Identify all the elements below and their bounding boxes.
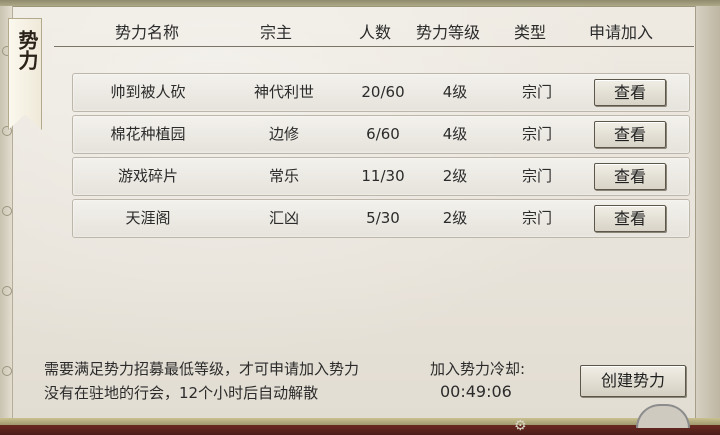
table-row: 棉花种植园 边修 6/60 4级 宗门 查看: [72, 115, 690, 154]
header-faction-name: 势力名称: [114, 23, 180, 42]
cooldown-label: 加入势力冷却:: [430, 360, 526, 378]
cell-level: 4级: [442, 83, 468, 101]
cell-name: 棉花种植园: [110, 125, 186, 143]
cell-level: 4级: [442, 125, 468, 143]
cell-name: 帅到被人砍: [110, 83, 186, 101]
header-level: 势力等级: [415, 23, 481, 42]
view-button[interactable]: 查看: [594, 79, 666, 106]
header-type: 类型: [513, 23, 547, 42]
requirement-note: 需要满足势力招募最低等级，才可申请加入势力: [44, 360, 360, 378]
cell-leader: 神代利世: [253, 83, 315, 101]
bottom-frame-strip: [0, 418, 720, 435]
cell-leader: 汇凶: [268, 209, 300, 227]
header-members: 人数: [358, 23, 392, 42]
create-faction-button[interactable]: 创建势力: [580, 365, 686, 397]
table-row: 游戏碎片 常乐 11/30 2级 宗门 查看: [72, 157, 690, 196]
cell-leader: 边修: [268, 125, 300, 143]
cell-name: 天涯阁: [125, 209, 171, 227]
view-button[interactable]: 查看: [594, 205, 666, 232]
cooldown-timer: 00:49:06: [440, 382, 512, 401]
table-row: 帅到被人砍 神代利世 20/60 4级 宗门 查看: [72, 73, 690, 112]
cell-level: 2级: [442, 209, 468, 227]
cell-type: 宗门: [521, 125, 553, 143]
panel-title: 势力: [15, 30, 39, 70]
view-button[interactable]: 查看: [594, 121, 666, 148]
cell-members: 11/30: [361, 167, 405, 185]
cell-members: 5/30: [366, 209, 400, 227]
disband-note: 没有在驻地的行会，12个小时后自动解散: [44, 384, 319, 402]
cell-type: 宗门: [521, 83, 553, 101]
cell-name: 游戏碎片: [117, 167, 179, 185]
header-apply: 申请加入: [588, 23, 654, 42]
view-button[interactable]: 查看: [594, 163, 666, 190]
header-leader: 宗主: [259, 23, 293, 42]
gear-icon: ⚙: [514, 418, 527, 434]
cell-level: 2级: [442, 167, 468, 185]
cell-members: 20/60: [361, 83, 405, 101]
cell-type: 宗门: [521, 167, 553, 185]
cell-leader: 常乐: [268, 167, 300, 185]
right-frame: [695, 6, 720, 418]
header-divider: [54, 46, 694, 47]
table-row: 天涯阁 汇凶 5/30 2级 宗门 查看: [72, 199, 690, 238]
cell-members: 6/60: [366, 125, 400, 143]
cell-type: 宗门: [521, 209, 553, 227]
